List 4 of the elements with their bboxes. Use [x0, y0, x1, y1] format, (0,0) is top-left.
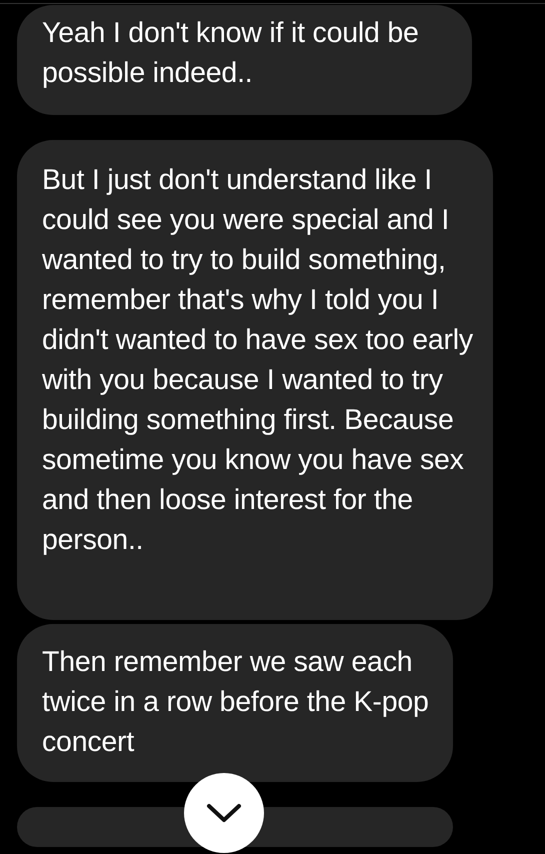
- message-bubble: Then remember we saw each twice in a row before the K-pop concert: [17, 624, 453, 782]
- message-bubble: Yeah I don't know if it could be possible indeed..: [17, 5, 472, 115]
- message-bubble: But I just don't understand like I could see you were special and I wanted to try to build something, remember that's why I told you I didn't wanted to have sex too early with you because I wanted to try building something first. Because sometime you know you have sex and then loose interest for the person..: [17, 140, 493, 620]
- chevron-down-icon: [206, 802, 242, 824]
